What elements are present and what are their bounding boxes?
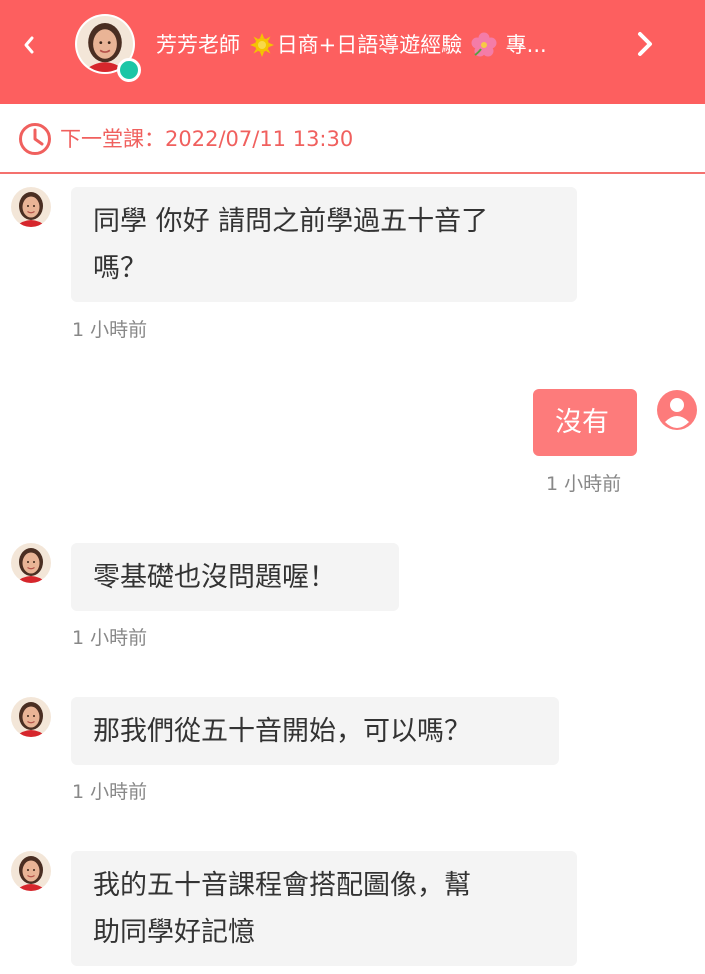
title-part-1: 日商+日語導遊經驗	[276, 33, 463, 57]
teacher-avatar[interactable]	[11, 697, 51, 737]
message-timestamp: 1 小時前	[72, 627, 148, 649]
my-message-bubble: 沒有	[533, 389, 637, 456]
teacher-avatar[interactable]	[11, 851, 51, 891]
message-text-line: 嗎？	[93, 253, 147, 284]
message-bubble: 那我們從五十音開始，可以嗎？	[71, 697, 559, 765]
online-status-indicator	[117, 58, 141, 82]
teacher-avatar[interactable]	[75, 14, 141, 82]
message-timestamp: 1 小時前	[546, 473, 622, 495]
message-text-line: 助同學好記憶	[93, 917, 255, 948]
teacher-avatar[interactable]	[11, 543, 51, 583]
message-bubble: 我的五十音課程會搭配圖像，幫 助同學好記憶	[71, 851, 577, 966]
chat-title[interactable]: 芳芳老師 日商+日語導遊經驗 專...	[156, 28, 606, 62]
flower-emoji-icon	[471, 32, 497, 57]
message-timestamp: 1 小時前	[72, 781, 148, 803]
teacher-name: 芳芳老師	[156, 33, 240, 57]
message-timestamp: 1 小時前	[72, 319, 148, 341]
chat-header: 芳芳老師 日商+日語導遊經驗 專...	[0, 0, 705, 104]
message-text-line: 零基礎也沒問題喔！	[93, 562, 336, 593]
user-avatar-icon[interactable]	[656, 389, 698, 431]
next-lesson-text: 下一堂課：2022/07/11 13:30	[60, 127, 354, 151]
sun-emoji-icon	[249, 33, 274, 57]
clock-icon	[19, 123, 51, 155]
chevron-left-icon	[24, 36, 34, 54]
message-text-line: 我的五十音課程會搭配圖像，幫	[93, 870, 471, 901]
title-part-2: 專...	[505, 33, 547, 57]
back-button[interactable]	[14, 30, 44, 60]
message-text-line: 沒有	[555, 407, 609, 438]
message-bubble: 同學 你好 請問之前學過五十音了 嗎？	[71, 187, 577, 302]
message-bubble: 零基礎也沒問題喔！	[71, 543, 399, 611]
chevron-right-icon	[638, 32, 652, 56]
profile-forward-button[interactable]	[628, 26, 662, 62]
message-text-line: 同學 你好 請問之前學過五十音了	[93, 206, 489, 237]
message-text-line: 那我們從五十音開始，可以嗎？	[93, 716, 471, 747]
teacher-avatar[interactable]	[11, 187, 51, 227]
next-lesson-bar[interactable]: 下一堂課：2022/07/11 13:30	[0, 104, 705, 174]
